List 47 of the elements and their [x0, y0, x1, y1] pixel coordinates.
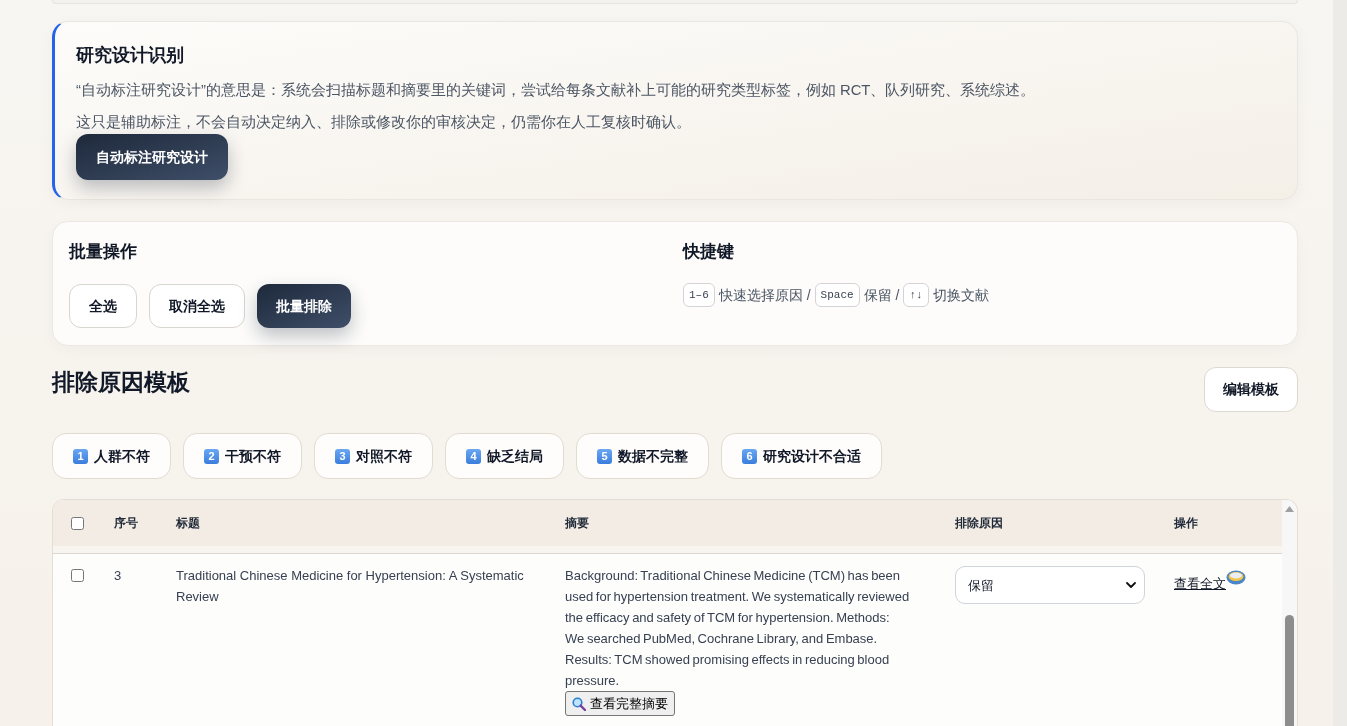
reason-template-button[interactable]: 5 数据不完整: [576, 433, 709, 479]
scrollbar-thumb[interactable]: [1285, 615, 1294, 726]
reason-template-button[interactable]: 4 缺乏结局: [445, 433, 564, 479]
section-heading: 排除原因模板: [52, 368, 190, 397]
reason-template-button[interactable]: 2 干预不符: [183, 433, 302, 479]
reason-select[interactable]: 保留: [955, 566, 1145, 604]
number-key-icon: 5: [597, 448, 612, 464]
chevron-down-icon: [1126, 582, 1136, 588]
book-icon: [1226, 570, 1246, 585]
batch-exclude-button[interactable]: 批量排除: [257, 284, 351, 328]
keyboard-key: ↑↓: [903, 283, 929, 307]
section-title: 快捷键: [683, 241, 734, 263]
column-header: 序号: [114, 515, 138, 532]
article-title: Traditional Chinese Medicine for Hypertension: A Systematic Review: [176, 567, 525, 606]
search-icon: [572, 696, 586, 711]
panel-description: 这只是辅助标注，不会自动决定纳入、排除或修改你的审核决定，仍需你在人工复核时确认。: [76, 113, 691, 132]
select-all-checkbox[interactable]: [71, 516, 84, 530]
shortcut-description: 保留 /: [863, 286, 900, 305]
panel-description: “自动标注研究设计”的意思是：系统会扫描标题和摘要里的关键词，尝试给每条文献补上可能的研究类型标签，例如 RCT、队列研究、系统综述。: [76, 81, 1036, 100]
section-title: 批量操作: [69, 241, 137, 263]
select-all-button[interactable]: 全选: [69, 284, 137, 328]
row-number: 3: [114, 567, 122, 585]
shortcut-description: 切换文献: [932, 286, 989, 305]
edit-template-button[interactable]: 编辑模板: [1204, 367, 1298, 412]
deselect-all-button[interactable]: 取消全选: [149, 284, 245, 328]
column-header: 标题: [176, 515, 200, 532]
auto-label-button[interactable]: 自动标注研究设计: [76, 134, 228, 180]
scroll-up-icon[interactable]: [1285, 506, 1294, 512]
view-abstract-button[interactable]: 查看完整摘要: [565, 691, 675, 716]
view-fulltext-link[interactable]: 查看全文: [1174, 573, 1226, 594]
number-key-icon: 3: [335, 448, 350, 464]
shortcut-description: 快速选择原因 /: [718, 286, 811, 305]
reason-template-button[interactable]: 1 人群不符: [52, 433, 171, 479]
panel-title: 研究设计识别: [76, 44, 184, 67]
reason-template-button[interactable]: 3 对照不符: [314, 433, 433, 479]
number-key-icon: 1: [73, 448, 88, 464]
column-header: 摘要: [565, 515, 589, 532]
column-header: 排除原因: [955, 515, 1003, 532]
reason-template-button[interactable]: 6 研究设计不合适: [721, 433, 882, 479]
row-checkbox[interactable]: [71, 569, 84, 582]
keyboard-key: Space: [814, 283, 860, 307]
number-key-icon: 4: [466, 448, 481, 464]
number-key-icon: 6: [742, 448, 757, 464]
keyboard-key: 1–6: [683, 283, 715, 307]
abstract-text: Background: Traditional Chinese Medicine (TCM) has been used for hypertension treatment. We systematically reviewed the efficacy and safety of TCM for hypertension. Methods: We searched PubMed, Cochrane Library, and Embase. Results: TCM showed promising effects in reducing blood pressure.: [565, 567, 910, 690]
number-key-icon: 2: [204, 448, 219, 464]
column-header: 操作: [1174, 515, 1198, 532]
